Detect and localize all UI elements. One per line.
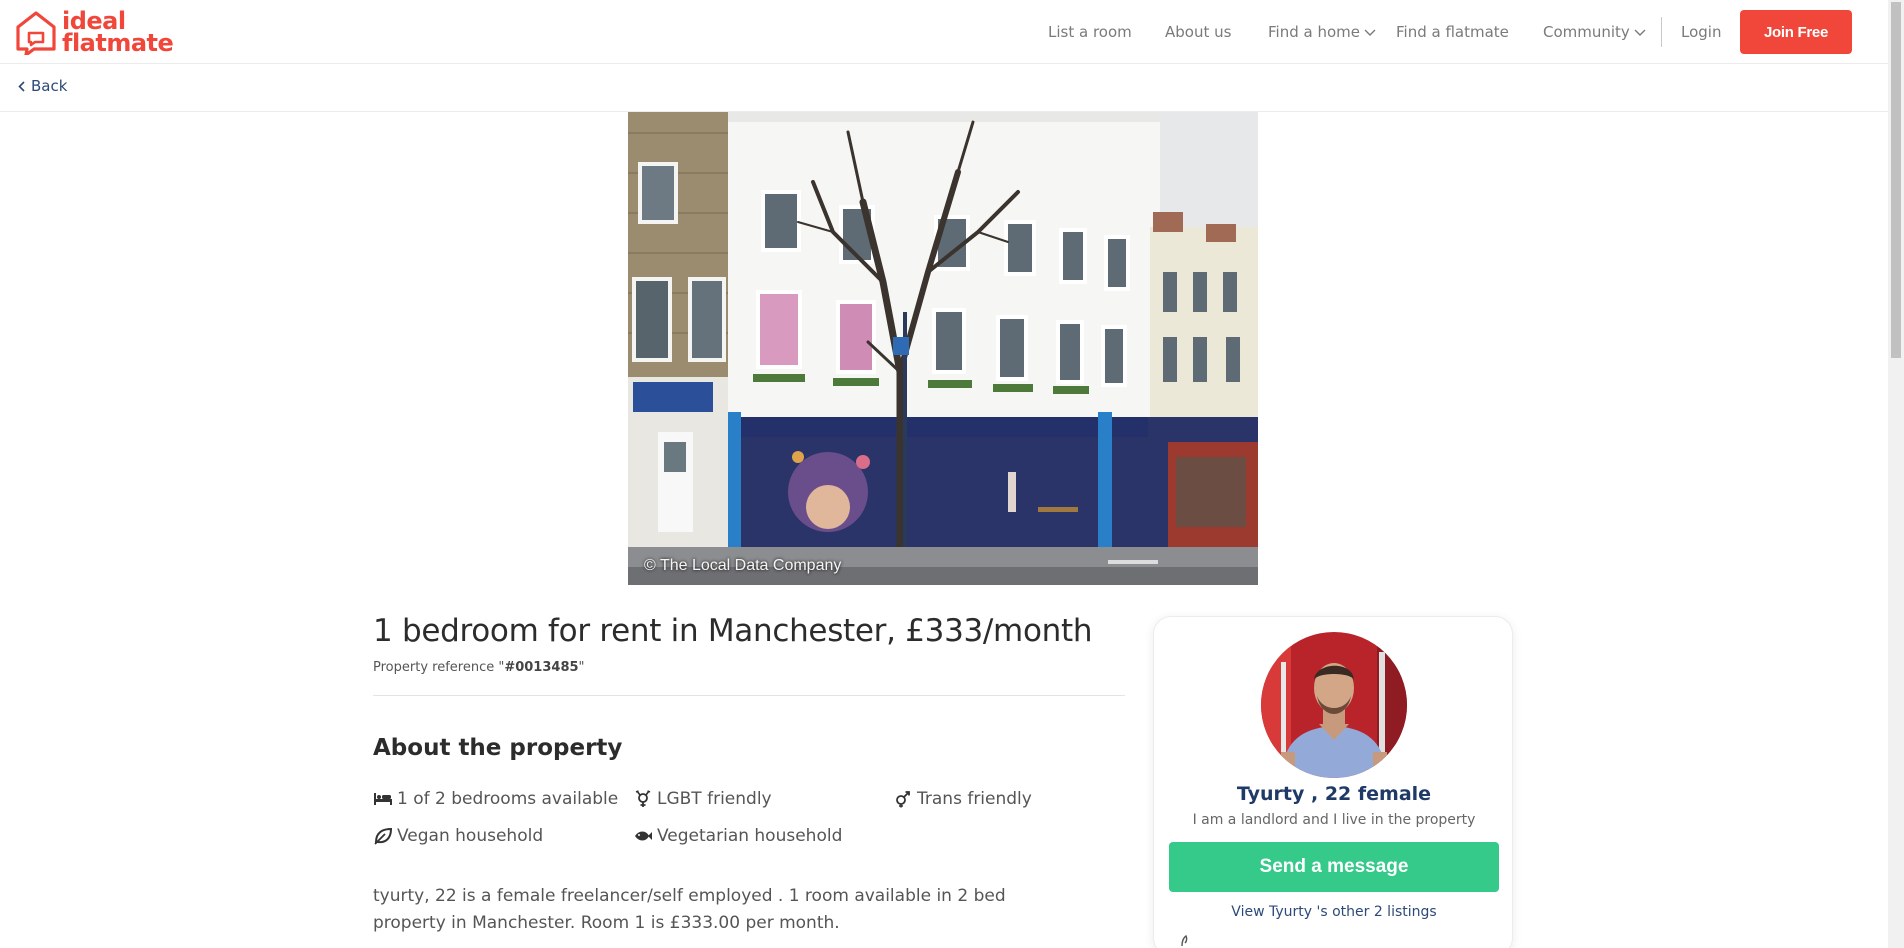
property-reference: Property reference "#0013485" bbox=[373, 660, 585, 675]
nav-find-a-flatmate[interactable]: Find a flatmate bbox=[1396, 23, 1509, 41]
back-link[interactable]: Back bbox=[18, 77, 67, 95]
scrollbar-thumb[interactable] bbox=[1891, 2, 1901, 358]
section-divider bbox=[373, 695, 1125, 696]
feature-vegetarian: Vegetarian household bbox=[633, 826, 842, 846]
back-label: Back bbox=[31, 77, 68, 95]
feature-lgbt: LGBT friendly bbox=[633, 789, 772, 809]
chevron-left-icon bbox=[18, 80, 25, 92]
property-photo[interactable]: © The Local Data Company bbox=[628, 112, 1258, 585]
nav-community[interactable]: Community bbox=[1543, 23, 1646, 41]
pin-icon bbox=[1181, 935, 1188, 947]
send-message-button[interactable]: Send a message bbox=[1169, 842, 1499, 892]
feature-vegan-label: Vegan household bbox=[397, 826, 544, 846]
leaf-icon bbox=[374, 827, 393, 845]
listing-title: 1 bedroom for rent in Manchester, £333/m… bbox=[373, 613, 1093, 649]
fish-icon bbox=[635, 831, 652, 841]
building-photo-illustration bbox=[628, 112, 1258, 585]
nav-divider bbox=[1661, 17, 1662, 47]
chevron-down-icon bbox=[1364, 29, 1376, 36]
feature-lgbt-label: LGBT friendly bbox=[657, 789, 772, 809]
feature-vegetarian-label: Vegetarian household bbox=[657, 826, 843, 846]
house-logo-icon bbox=[16, 11, 56, 55]
property-reference-value: #0013485 bbox=[504, 660, 579, 675]
other-listings-link[interactable]: View Tyurty 's other 2 listings bbox=[1154, 904, 1514, 920]
bed-icon bbox=[374, 793, 392, 805]
host-avatar-image bbox=[1261, 632, 1407, 778]
logo-line-flatmate: flatmate bbox=[62, 29, 174, 57]
page-scrollbar[interactable] bbox=[1888, 0, 1904, 948]
feature-bedrooms-label: 1 of 2 bedrooms available bbox=[397, 789, 619, 809]
host-card: Tyurty , 22 female I am a landlord and I… bbox=[1153, 616, 1513, 948]
nav-about-us[interactable]: About us bbox=[1165, 23, 1231, 41]
nav-list-a-room[interactable]: List a room bbox=[1048, 23, 1132, 41]
lgbt-icon bbox=[635, 790, 651, 807]
nav-find-a-home-label: Find a home bbox=[1268, 23, 1360, 41]
feature-bedrooms: 1 of 2 bedrooms available bbox=[373, 789, 618, 809]
trans-icon bbox=[896, 791, 910, 808]
ideal-flatmate-logo[interactable]: ideal flatmate bbox=[14, 9, 174, 57]
site-header: ideal flatmate List a room About us Find… bbox=[0, 0, 1888, 64]
nav-find-a-home[interactable]: Find a home bbox=[1268, 23, 1376, 41]
host-name[interactable]: Tyurty , 22 female bbox=[1154, 783, 1514, 805]
nav-community-label: Community bbox=[1543, 23, 1630, 41]
property-reference-label: Property reference " bbox=[373, 660, 505, 675]
back-bar: Back bbox=[0, 64, 1888, 112]
listing-description: tyurty, 22 is a female freelancer/self e… bbox=[373, 886, 1006, 933]
chevron-down-icon bbox=[1634, 29, 1646, 36]
nav-login[interactable]: Login bbox=[1681, 23, 1721, 41]
property-reference-close: " bbox=[578, 660, 585, 675]
feature-trans-label: Trans friendly bbox=[917, 789, 1032, 809]
feature-vegan: Vegan household bbox=[373, 826, 543, 846]
photo-caption: © The Local Data Company bbox=[644, 557, 842, 574]
host-avatar[interactable] bbox=[1261, 632, 1407, 778]
about-property-heading: About the property bbox=[373, 735, 623, 761]
feature-trans: Trans friendly bbox=[893, 789, 1032, 809]
join-free-button[interactable]: Join Free bbox=[1740, 10, 1852, 54]
host-subtitle: I am a landlord and I live in the proper… bbox=[1192, 812, 1476, 828]
